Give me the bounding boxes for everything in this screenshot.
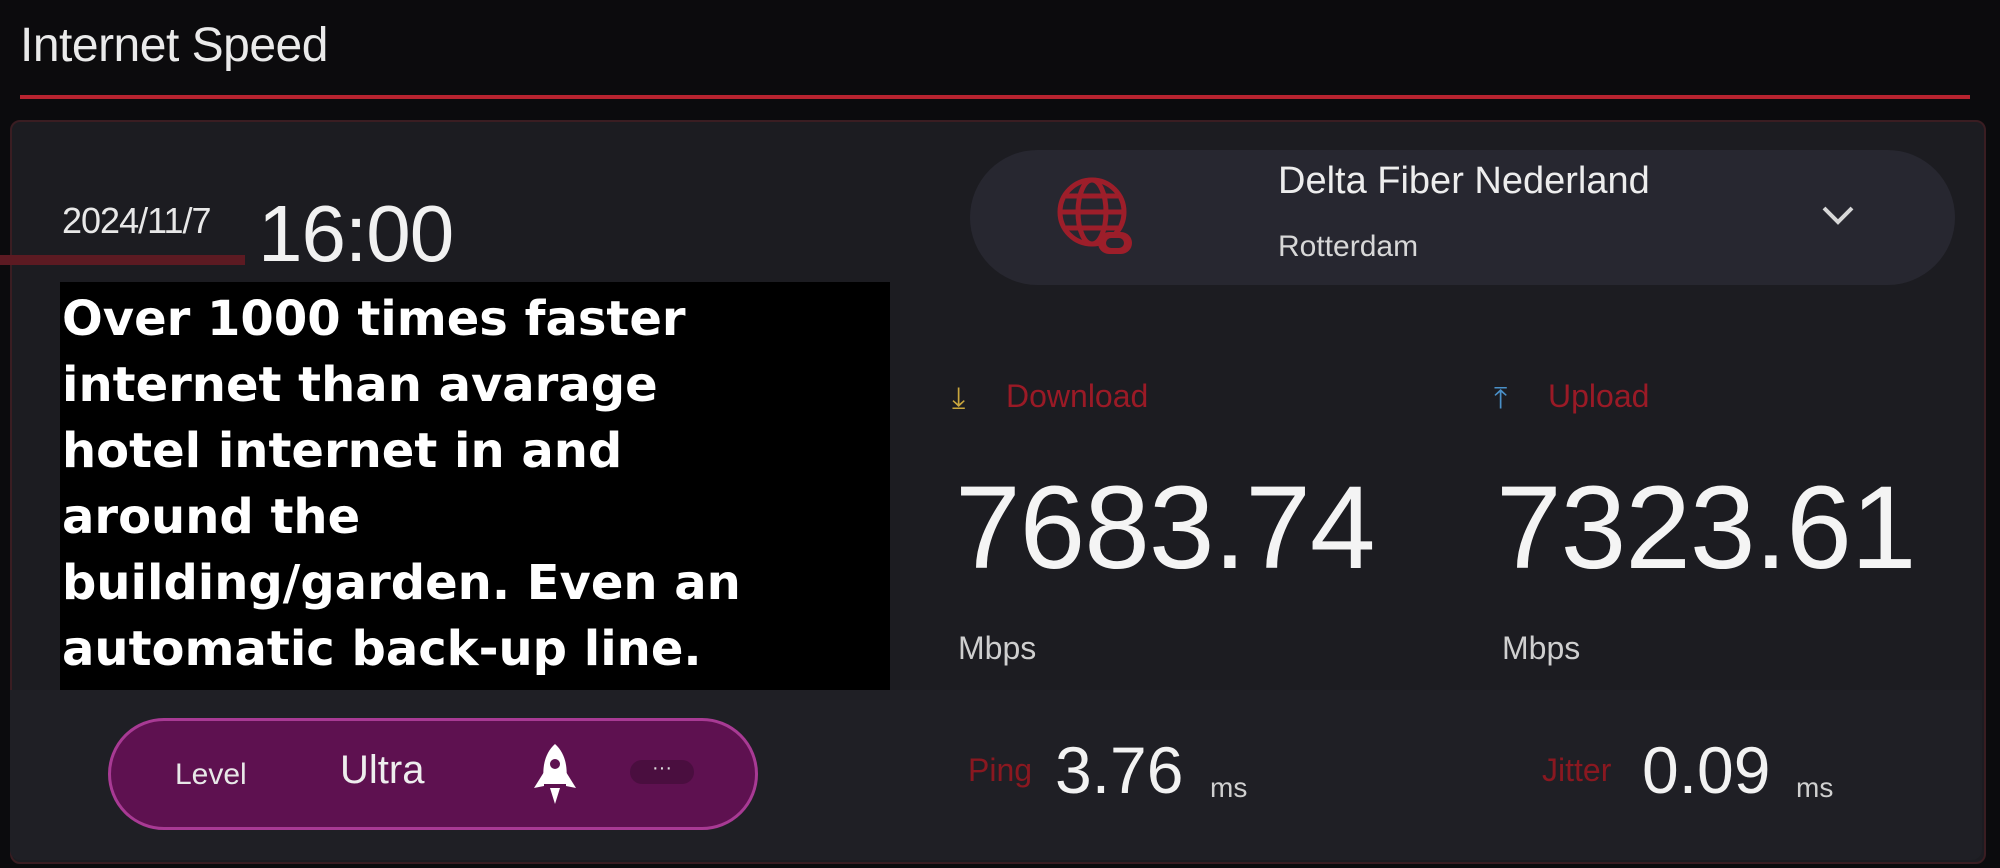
test-date: 2024/11/7: [62, 200, 211, 241]
header-divider: [20, 95, 1970, 99]
jitter-label: Jitter: [1542, 752, 1612, 788]
header-bar: Internet Speed: [0, 0, 2000, 100]
upload-label: Upload: [1548, 378, 1650, 414]
isp-name: Delta Fiber Nederland: [1278, 160, 1650, 202]
jitter-value: 0.09: [1642, 733, 1771, 807]
upload-arrow-icon: ⤒: [1494, 382, 1508, 415]
download-value: 7683.74: [955, 462, 1376, 594]
level-label: Level: [175, 758, 247, 791]
page-title: Internet Speed: [20, 19, 328, 72]
ping-value: 3.76: [1055, 733, 1184, 807]
caption-text: Over 1000 times faster internet than ava…: [62, 291, 741, 677]
ping-label: Ping: [968, 752, 1033, 788]
upload-unit: Mbps: [1502, 630, 1581, 666]
level-value: Ultra: [340, 748, 425, 792]
upload-value: 7323.61: [1496, 462, 1917, 594]
jitter-unit: ms: [1796, 772, 1834, 803]
rocket-icon: [534, 744, 576, 804]
test-time: 16:00: [258, 189, 454, 278]
globe-link-icon: [1057, 177, 1132, 254]
isp-city: Rotterdam: [1278, 230, 1419, 263]
ping-unit: ms: [1210, 772, 1248, 803]
timestamp-accent: [0, 255, 245, 265]
download-arrow-icon: ⤓: [952, 382, 966, 415]
download-unit: Mbps: [958, 630, 1037, 666]
more-button[interactable]: ···: [630, 758, 694, 784]
chevron-down-icon[interactable]: [1818, 200, 1858, 230]
download-label: Download: [1006, 378, 1149, 414]
